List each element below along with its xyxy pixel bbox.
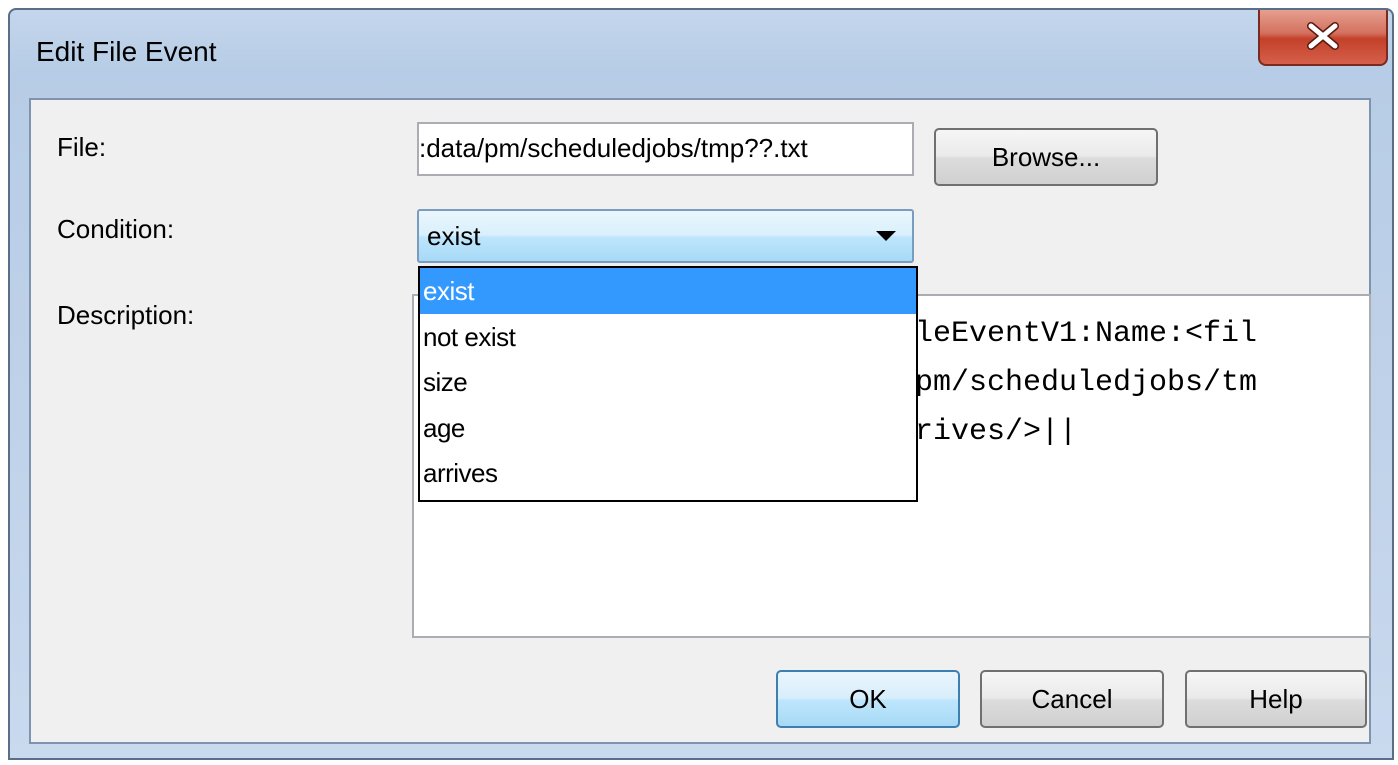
close-button[interactable] — [1258, 10, 1388, 66]
description-label: Description: — [57, 300, 195, 330]
dropdown-option-size[interactable]: size — [420, 359, 916, 405]
dropdown-option-exist[interactable]: exist — [420, 268, 916, 314]
condition-select[interactable]: exist — [417, 209, 914, 263]
dialog-body: File: :data/pm/scheduledjobs/tmp??.txt B… — [29, 98, 1371, 744]
close-icon — [1305, 22, 1341, 50]
dropdown-option-age[interactable]: age — [420, 405, 916, 451]
dropdown-option-not-exist[interactable]: not exist — [420, 314, 916, 360]
file-path-value: :data/pm/scheduledjobs/tmp??.txt — [419, 133, 808, 163]
window-title: Edit File Event — [36, 36, 217, 67]
browse-button[interactable]: Browse... — [934, 128, 1158, 186]
cancel-button[interactable]: Cancel — [980, 670, 1164, 728]
edit-file-event-dialog: Edit File Event File: :data/pm/scheduled… — [8, 8, 1394, 760]
file-path-input[interactable]: :data/pm/scheduledjobs/tmp??.txt — [417, 122, 914, 176]
file-label: File: — [57, 132, 107, 162]
title-bar[interactable]: Edit File Event — [10, 10, 1392, 90]
ok-button[interactable]: OK — [776, 670, 960, 728]
chevron-down-icon[interactable] — [876, 231, 896, 241]
condition-selected-value: exist — [427, 221, 481, 251]
condition-label: Condition: — [57, 214, 175, 244]
dropdown-option-arrives[interactable]: arrives — [420, 450, 916, 496]
help-button[interactable]: Help — [1185, 670, 1367, 728]
condition-dropdown-list[interactable]: exist not exist size age arrives — [418, 266, 918, 502]
